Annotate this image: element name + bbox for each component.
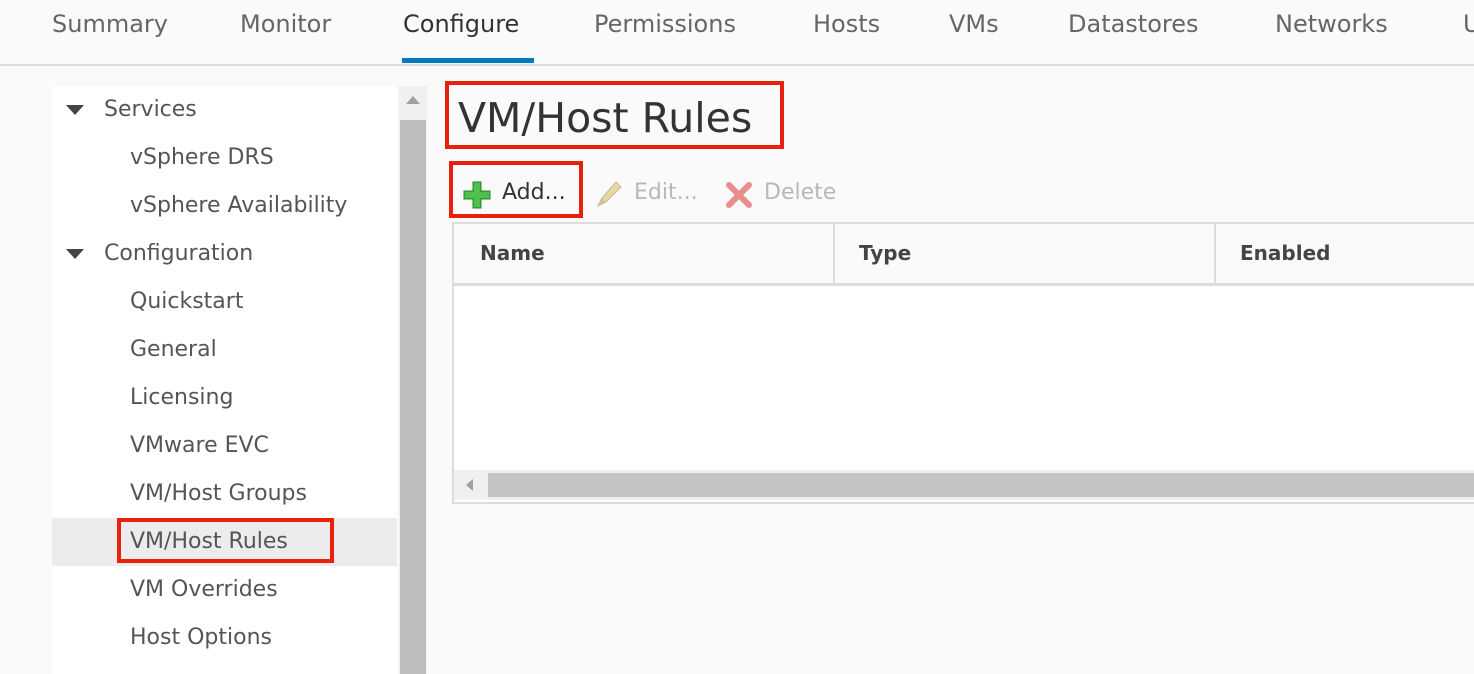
tree-item-vsphere-availability[interactable]: vSphere Availability (52, 182, 397, 230)
plus-icon (463, 181, 491, 209)
tab-vms[interactable]: VMs (949, 10, 999, 38)
tab-monitor[interactable]: Monitor (240, 10, 331, 38)
page-title: VM/Host Rules (458, 94, 753, 142)
delete-button-label: Delete (764, 180, 837, 205)
tree-item-vmware-evc[interactable]: VMware EVC (52, 422, 397, 470)
tree-item-label: Quickstart (130, 289, 244, 314)
active-tab-indicator (402, 58, 534, 63)
tree-item-label: Licensing (130, 385, 234, 410)
tree-item-licensing[interactable]: Licensing (52, 374, 397, 422)
tree-group-configuration[interactable]: Configuration (52, 230, 397, 278)
top-tab-bar: Summary Monitor Configure Permissions Ho… (0, 0, 1474, 66)
caret-down-icon[interactable] (66, 105, 84, 115)
grid-body-empty (454, 286, 1474, 470)
tree-group-services[interactable]: Services (52, 86, 397, 134)
tree-item-label: VM Overrides (130, 577, 278, 602)
tree-item-quickstart[interactable]: Quickstart (52, 278, 397, 326)
tree-item-label: Host Options (130, 625, 272, 650)
column-header-type[interactable]: Type (833, 224, 1214, 283)
scrollbar-thumb[interactable] (488, 473, 1474, 497)
tree-item-label: VM/Host Groups (130, 481, 307, 506)
column-header-name[interactable]: Name (454, 224, 834, 283)
add-button-label: Add... (502, 180, 566, 205)
tree-group-label: Configuration (104, 241, 254, 266)
x-icon (726, 182, 752, 208)
tree-item-vsphere-drs[interactable]: vSphere DRS (52, 134, 397, 182)
scroll-up-arrow-icon[interactable] (406, 96, 420, 104)
edit-button-label: Edit... (634, 180, 698, 205)
config-nav-tree: Services vSphere DRS vSphere Availabilit… (52, 86, 397, 674)
tree-item-label: VM/Host Rules (130, 529, 288, 554)
caret-down-icon[interactable] (66, 249, 84, 259)
tree-item-host-options[interactable]: Host Options (52, 614, 397, 662)
tree-item-label: VMware EVC (130, 433, 269, 458)
grid-horizontal-scrollbar[interactable] (454, 470, 1474, 500)
tab-configure[interactable]: Configure (403, 10, 519, 38)
tree-group-label: Services (104, 97, 197, 122)
tab-datastores[interactable]: Datastores (1068, 10, 1199, 38)
tree-item-label: General (130, 337, 217, 362)
tree-item-general[interactable]: General (52, 326, 397, 374)
scrollbar-thumb[interactable] (400, 120, 426, 674)
tree-item-label: vSphere DRS (130, 145, 274, 170)
tree-item-vm-overrides[interactable]: VM Overrides (52, 566, 397, 614)
tree-item-label: vSphere Availability (130, 193, 348, 218)
tab-overflow[interactable]: U (1463, 10, 1474, 38)
tab-hosts[interactable]: Hosts (813, 10, 880, 38)
grid-header: Name Type Enabled (454, 224, 1474, 286)
tree-scrollbar[interactable] (399, 86, 427, 674)
rules-grid: Name Type Enabled (452, 222, 1474, 504)
scroll-left-arrow-icon[interactable] (466, 479, 473, 491)
tab-permissions[interactable]: Permissions (594, 10, 736, 38)
tree-item-vm-host-rules[interactable]: VM/Host Rules (52, 518, 397, 566)
column-header-enabled[interactable]: Enabled (1214, 224, 1474, 283)
tree-item-vm-host-groups[interactable]: VM/Host Groups (52, 470, 397, 518)
pencil-icon (596, 181, 622, 208)
tab-networks[interactable]: Networks (1275, 10, 1388, 38)
tab-summary[interactable]: Summary (52, 10, 168, 38)
